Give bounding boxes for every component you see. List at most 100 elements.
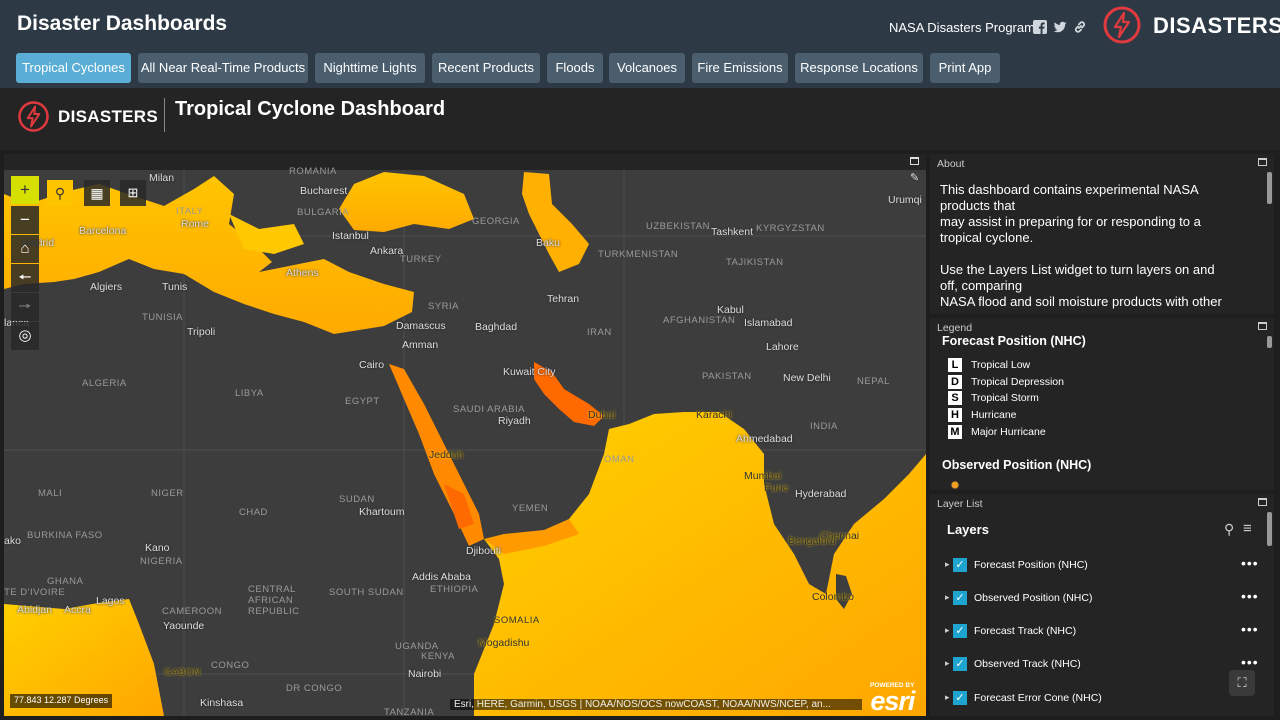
fullscreen-icon[interactable]: ⛶ bbox=[1229, 670, 1255, 696]
map-label: Amman bbox=[402, 339, 439, 351]
map-label: Urumqi bbox=[888, 194, 922, 206]
about-line: NASA flood and soil moisture products wi… bbox=[940, 294, 1222, 309]
layers-heading: Layers bbox=[947, 522, 989, 537]
map-label: Addis Ababa bbox=[412, 571, 471, 583]
legend-panel: Legend Forecast Position (NHC) L Tropical… bbox=[930, 318, 1274, 490]
dashboard-header: DISASTERS Tropical Cyclone Dashboard bbox=[0, 88, 1280, 150]
legend-heading: Forecast Position (NHC) bbox=[942, 334, 1086, 348]
legend-label: Tropical Storm bbox=[971, 391, 1039, 404]
map-label: Baghdad bbox=[475, 321, 518, 333]
program-link[interactable]: NASA Disasters Program bbox=[889, 20, 1035, 35]
map-label: ETHIOPIA bbox=[430, 584, 479, 595]
filter-list-icon[interactable]: ≡ bbox=[1243, 520, 1252, 537]
map-label: Khartoum bbox=[359, 506, 405, 518]
tab-volcanoes[interactable]: Volcanoes bbox=[609, 53, 685, 83]
map-label: Istanbul bbox=[332, 230, 369, 242]
layer-checkbox[interactable]: ✓ bbox=[953, 657, 967, 671]
legend-symbol: D bbox=[948, 375, 962, 389]
layer-item[interactable]: ▸ ✓ Forecast Track (NHC) ••• bbox=[930, 621, 1268, 642]
chevron-right-icon[interactable]: ▸ bbox=[945, 692, 950, 703]
map-label: Abidjan bbox=[17, 604, 53, 616]
layer-checkbox[interactable]: ✓ bbox=[953, 558, 967, 572]
search-icon[interactable]: ⚲ bbox=[47, 180, 73, 206]
layer-checkbox[interactable]: ✓ bbox=[953, 691, 967, 705]
tab-floods[interactable]: Floods bbox=[547, 53, 603, 83]
forward-arrow-icon[interactable]: 🠖 bbox=[11, 293, 39, 321]
map-label: Bucharest bbox=[300, 185, 348, 197]
map-label: GHANA bbox=[47, 576, 84, 587]
edit-icon[interactable]: ✎ bbox=[910, 171, 922, 184]
map-label: MALI bbox=[38, 488, 63, 499]
black-sea-sst bbox=[339, 172, 474, 232]
map-label: Lagos bbox=[96, 595, 125, 607]
indian-ocean-sst bbox=[474, 412, 926, 716]
map-label: TURKMENISTAN bbox=[598, 249, 679, 260]
map-label: TANZANIA bbox=[384, 707, 435, 716]
scrollbar[interactable] bbox=[1267, 172, 1272, 204]
zoom-out-button[interactable]: − bbox=[11, 206, 39, 234]
tab-fire-emissions[interactable]: Fire Emissions bbox=[692, 53, 788, 83]
map-label: INDIA bbox=[810, 421, 838, 432]
chevron-right-icon[interactable]: ▸ bbox=[945, 592, 950, 603]
tab-all-near-real-time-products[interactable]: All Near Real-Time Products bbox=[138, 53, 308, 83]
layer-checkbox[interactable]: ✓ bbox=[953, 624, 967, 638]
more-options-icon[interactable]: ••• bbox=[1241, 555, 1259, 571]
legend-label: Tropical Depression bbox=[971, 375, 1064, 388]
tab-tropical-cyclones[interactable]: Tropical Cyclones bbox=[16, 53, 131, 83]
more-options-icon[interactable]: ••• bbox=[1241, 621, 1259, 637]
maximize-icon[interactable] bbox=[910, 157, 919, 165]
layer-toggle-icon[interactable]: ⊞ bbox=[120, 180, 146, 206]
map-label: Tripoli bbox=[187, 326, 216, 338]
facebook-icon[interactable] bbox=[1033, 20, 1047, 34]
layer-item[interactable]: ▸ ✓ Observed Track (NHC) ••• bbox=[930, 654, 1268, 675]
map-label: Athens bbox=[286, 267, 319, 279]
zoom-in-button[interactable]: + bbox=[11, 176, 39, 204]
scrollbar[interactable] bbox=[1267, 512, 1272, 546]
map-label: Lahore bbox=[766, 341, 799, 353]
map-label: ALGERIA bbox=[82, 378, 127, 389]
map-label: Islamabad bbox=[744, 317, 793, 329]
map-label: BULGARIA bbox=[297, 207, 350, 218]
maximize-icon[interactable] bbox=[1258, 158, 1267, 166]
maximize-icon[interactable] bbox=[1258, 498, 1267, 506]
layer-item[interactable]: ▸ ✓ Forecast Error Cone (NHC) bbox=[930, 689, 1268, 709]
locate-icon[interactable]: ◎ bbox=[11, 322, 39, 350]
chevron-right-icon[interactable]: ▸ bbox=[945, 559, 950, 570]
map-view[interactable]: Milan ROMANIA Bucharest BULGARIA ITALY R… bbox=[4, 154, 926, 716]
layer-name: Forecast Error Cone (NHC) bbox=[974, 692, 1102, 704]
more-options-icon[interactable]: ••• bbox=[1241, 654, 1259, 670]
basemap-gallery-icon[interactable]: ▦ bbox=[84, 180, 110, 206]
tab-nighttime-lights[interactable]: Nighttime Lights bbox=[315, 53, 425, 83]
tab-print-app[interactable]: Print App bbox=[930, 53, 1000, 83]
caspian-sst bbox=[522, 172, 589, 272]
map-label: OMAN bbox=[604, 454, 635, 465]
back-arrow-icon[interactable]: 🠔 bbox=[11, 264, 39, 292]
home-icon[interactable]: ⌂ bbox=[11, 235, 39, 263]
tab-recent-products[interactable]: Recent Products bbox=[432, 53, 540, 83]
about-text: This dashboard contains experimental NAS… bbox=[940, 182, 1230, 314]
layer-name: Forecast Position (NHC) bbox=[974, 559, 1088, 571]
map-label: KYRGYZSTAN bbox=[756, 223, 825, 234]
map-label: YEMEN bbox=[512, 503, 549, 514]
map-label: PAKISTAN bbox=[702, 371, 752, 382]
map-label: Hyderabad bbox=[795, 488, 847, 500]
maximize-icon[interactable] bbox=[1258, 322, 1267, 330]
tab-response-locations[interactable]: Response Locations bbox=[795, 53, 923, 83]
map-label: CHAD bbox=[239, 507, 268, 518]
chevron-right-icon[interactable]: ▸ bbox=[945, 625, 950, 636]
layer-item[interactable]: ▸ ✓ Observed Position (NHC) ••• bbox=[930, 588, 1268, 609]
search-icon[interactable]: ⚲ bbox=[1224, 521, 1234, 538]
layer-checkbox[interactable]: ✓ bbox=[953, 591, 967, 605]
chevron-right-icon[interactable]: ▸ bbox=[945, 658, 950, 669]
map-label: Kano bbox=[145, 542, 170, 554]
map-label: Chennai bbox=[820, 530, 860, 542]
link-icon[interactable] bbox=[1073, 20, 1087, 34]
scrollbar[interactable] bbox=[1267, 336, 1272, 348]
more-options-icon[interactable]: ••• bbox=[1241, 588, 1259, 604]
map-label: Baku bbox=[536, 237, 560, 249]
twitter-icon[interactable] bbox=[1053, 20, 1067, 34]
map-label: NIGER bbox=[151, 488, 184, 499]
map-label: BURKINA FASO bbox=[27, 530, 103, 541]
layer-item[interactable]: ▸ ✓ Forecast Position (NHC) ••• bbox=[930, 555, 1268, 576]
map-label: ITALY bbox=[176, 206, 204, 217]
